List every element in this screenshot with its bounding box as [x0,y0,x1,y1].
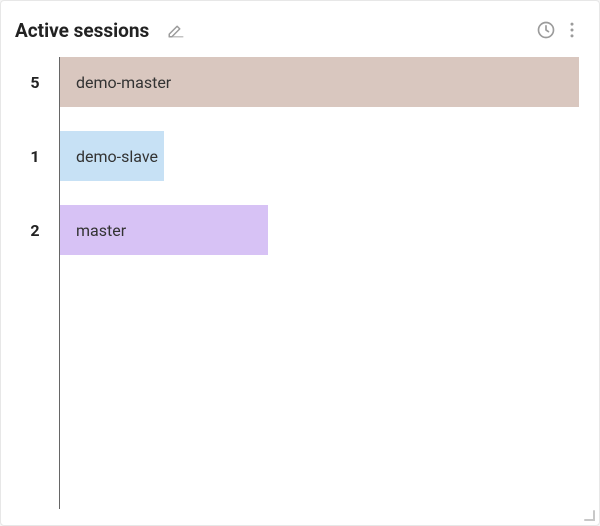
bar-track: demo-slave [60,131,579,181]
resize-handle[interactable] [581,507,595,521]
clock-icon [536,20,556,40]
bar-label: demo-slave [76,147,158,166]
panel-title: Active sessions [15,19,149,42]
bar-value: 5 [17,73,59,92]
bar-value: 1 [17,147,59,166]
chart-row: 1 demo-slave [17,131,579,181]
bar-label: demo-master [76,73,171,92]
bar-chart: 5 demo-master 1 demo-slave 2 master [17,57,585,515]
more-vert-icon [562,20,582,40]
panel-menu-button[interactable] [559,17,585,43]
chart-rows: 5 demo-master 1 demo-slave 2 master [17,57,579,279]
edit-button[interactable] [163,17,189,43]
resize-handle-icon [581,507,595,521]
history-button[interactable] [533,17,559,43]
pencil-icon [167,21,185,39]
bar-track: demo-master [60,57,579,107]
panel-header: Active sessions [15,15,585,45]
chart-row: 5 demo-master [17,57,579,107]
bar-label-wrap: demo-slave [60,131,158,181]
chart-area: 5 demo-master 1 demo-slave 2 master [15,45,585,515]
bar-label-wrap: master [60,205,126,255]
chart-row: 2 master [17,205,579,255]
bar-label: master [76,221,126,240]
bar-value: 2 [17,221,59,240]
bar-track: master [60,205,579,255]
panel-card: Active sessions [0,0,600,526]
bar-label-wrap: demo-master [60,57,171,107]
